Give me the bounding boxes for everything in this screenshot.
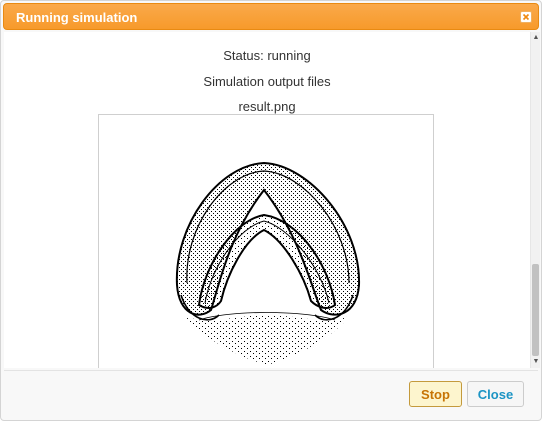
output-files-heading: Simulation output files [203,74,331,89]
footer-divider [4,370,538,371]
stop-button[interactable]: Stop [409,381,462,407]
close-icon[interactable] [520,11,532,23]
content-scrollbar[interactable]: ▲ ▼ [530,32,540,368]
dialog-content: Status: running Simulation output files … [4,32,540,368]
status-text: Status: running [223,48,311,63]
simulation-dialog: Running simulation Status: running Simul… [0,0,542,421]
result-image [98,114,434,368]
dialog-title: Running simulation [16,10,138,25]
scroll-thumb[interactable] [532,264,539,356]
simulation-result-image [175,161,361,365]
dialog-titlebar[interactable]: Running simulation [3,3,539,30]
close-button[interactable]: Close [467,381,524,407]
result-file-name[interactable]: result.png [4,99,530,114]
scroll-up-icon[interactable]: ▲ [532,34,540,42]
scroll-down-icon[interactable]: ▼ [532,358,540,366]
